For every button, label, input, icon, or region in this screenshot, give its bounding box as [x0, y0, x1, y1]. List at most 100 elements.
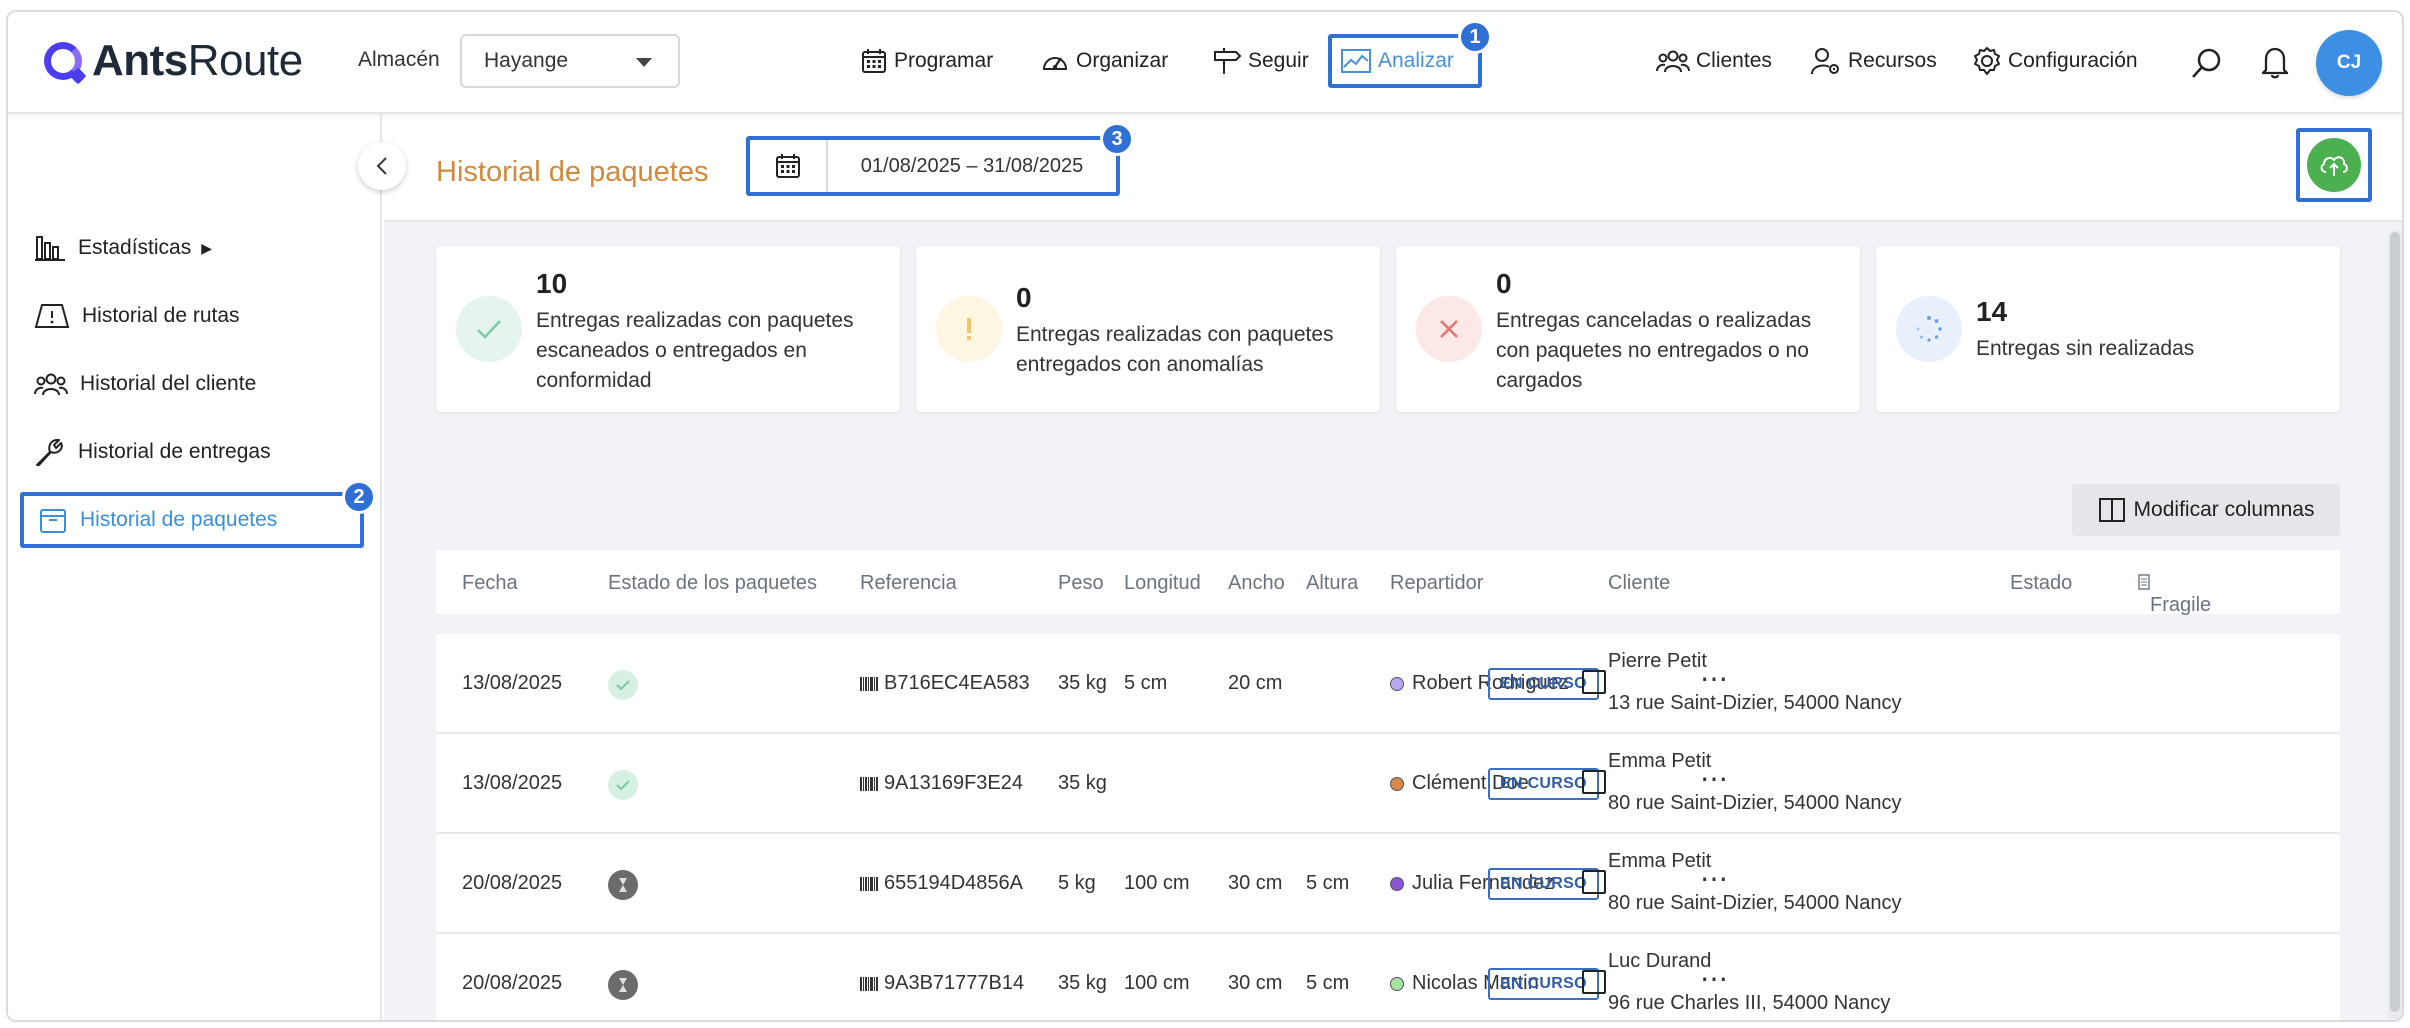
- top-navigation-bar: AntsRoute Almacén Hayange Programar Orga…: [8, 12, 2402, 114]
- nav-clientes[interactable]: Clientes: [1648, 34, 1780, 88]
- callout-badge-1: 1: [1458, 20, 1492, 54]
- columns-icon: [2098, 498, 2125, 522]
- page-header: Historial de paquetes 01/08/2025 – 31/08…: [384, 114, 2402, 222]
- package-icon: [40, 509, 66, 533]
- package-reference: 655194D4856A: [860, 872, 1023, 895]
- collapse-sidebar-button[interactable]: [358, 142, 406, 190]
- row-more-options-icon[interactable]: ⋯: [1700, 762, 1729, 795]
- nav-organizar[interactable]: Organizar: [1032, 34, 1176, 88]
- date-range-value: 01/08/2025 – 31/08/2025: [860, 154, 1084, 177]
- sidebar-item-historial-rutas[interactable]: Historial de rutas: [34, 290, 240, 342]
- cloud-upload-icon: [2320, 156, 2348, 176]
- column-header-ancho[interactable]: Ancho: [1228, 572, 1285, 595]
- nav-configuracion[interactable]: Configuración: [1964, 34, 2146, 88]
- bar-chart-icon: [35, 236, 65, 261]
- column-header-repartidor[interactable]: Repartidor: [1390, 572, 1483, 595]
- column-header-fecha[interactable]: Fecha: [462, 572, 518, 595]
- barcode-icon: [860, 676, 878, 691]
- nav-seguir[interactable]: Seguir: [1204, 34, 1317, 88]
- close-icon: [1416, 296, 1482, 362]
- table-row[interactable]: 20/08/2025 9A3B71777B14 35 kg 100 cm 30 …: [436, 934, 2340, 1020]
- column-header-estado[interactable]: Estado: [2010, 572, 2072, 595]
- package-reference: 9A3B71777B14: [860, 972, 1024, 995]
- status-ok-icon: [608, 770, 638, 800]
- signpost-icon: [1214, 48, 1242, 74]
- nav-recursos[interactable]: Recursos: [1802, 34, 1945, 88]
- modify-columns-button[interactable]: Modificar columnas: [2072, 484, 2340, 536]
- barcode-icon: [860, 876, 878, 891]
- sidebar: Estadísticas ▶ Historial de rutas Histor…: [8, 114, 382, 1020]
- calendar-icon: [862, 49, 886, 73]
- driver-color-dot: [1390, 676, 1404, 691]
- sidebar-item-estadisticas[interactable]: Estadísticas ▶: [34, 222, 212, 274]
- table-header: Fecha Estado de los paquetes Referencia …: [436, 550, 2340, 616]
- list-icon: [2138, 574, 2150, 590]
- app-window: AntsRoute Almacén Hayange Programar Orga…: [6, 10, 2404, 1022]
- check-icon: [456, 296, 522, 362]
- fragile-checkbox[interactable]: [1582, 770, 1606, 794]
- warehouse-label: Almacén: [358, 48, 440, 71]
- column-header-estado-paquetes[interactable]: Estado de los paquetes: [608, 572, 817, 595]
- fragile-checkbox[interactable]: [1582, 670, 1606, 694]
- logo-mark-icon: [44, 42, 82, 80]
- column-header-peso[interactable]: Peso: [1058, 572, 1104, 595]
- spinner-icon: [1896, 296, 1962, 362]
- export-button[interactable]: [2296, 128, 2372, 202]
- gear-icon: [1974, 47, 2000, 75]
- date-range-picker[interactable]: 01/08/2025 – 31/08/2025: [746, 136, 1120, 196]
- row-more-options-icon[interactable]: ⋯: [1700, 862, 1729, 895]
- table-row[interactable]: 20/08/2025 655194D4856A 5 kg 100 cm 30 c…: [436, 834, 2340, 934]
- sidebar-item-historial-entregas[interactable]: Historial de entregas: [34, 426, 271, 478]
- sidebar-item-historial-cliente[interactable]: Historial del cliente: [34, 358, 256, 410]
- driver-color-dot: [1390, 776, 1404, 791]
- map-route-icon: [34, 304, 70, 328]
- chart-line-icon: [1341, 49, 1371, 73]
- gauge-icon: [1042, 57, 1068, 70]
- fragile-checkbox[interactable]: [1582, 870, 1606, 894]
- chevron-down-icon: [636, 58, 652, 67]
- user-gear-icon: [1811, 48, 1839, 75]
- hourglass-icon: [608, 970, 638, 1000]
- summary-card-canceladas: 0 Entregas canceladas o realizadas con p…: [1396, 246, 1860, 412]
- summary-card-conformes: 10 Entregas realizadas con paquetes esca…: [436, 246, 900, 412]
- callout-badge-3: 3: [1100, 122, 1134, 156]
- row-more-options-icon[interactable]: ⋯: [1700, 662, 1729, 695]
- status-ok-icon: [608, 670, 638, 700]
- user-avatar[interactable]: CJ: [2316, 30, 2382, 96]
- antsroute-logo[interactable]: AntsRoute: [44, 36, 303, 85]
- chevron-left-icon: [376, 157, 387, 175]
- summary-card-sin-realizar: 14 Entregas sin realizadas: [1876, 246, 2340, 412]
- warning-icon: [936, 296, 1002, 362]
- wrench-icon: [36, 439, 63, 466]
- column-header-altura[interactable]: Altura: [1306, 572, 1358, 595]
- expand-arrow-icon: ▶: [201, 239, 212, 256]
- column-header-referencia[interactable]: Referencia: [860, 572, 957, 595]
- table-row[interactable]: 13/08/2025 9A13169F3E24 35 kg Clément Do…: [436, 734, 2340, 834]
- calendar-icon: [776, 154, 800, 178]
- sidebar-item-historial-paquetes[interactable]: Historial de paquetes: [20, 492, 364, 548]
- column-header-cliente[interactable]: Cliente: [1608, 572, 1670, 595]
- search-icon[interactable]: [2190, 46, 2224, 80]
- callout-badge-2: 2: [342, 480, 376, 514]
- driver-color-dot: [1390, 976, 1404, 991]
- barcode-icon: [860, 976, 878, 991]
- users-icon: [1656, 50, 1690, 73]
- calendar-button[interactable]: [750, 140, 828, 192]
- driver-color-dot: [1390, 876, 1404, 891]
- bell-icon[interactable]: [2260, 44, 2290, 80]
- users-icon: [34, 373, 68, 396]
- warehouse-select[interactable]: Hayange: [460, 34, 680, 88]
- barcode-icon: [860, 776, 878, 791]
- nav-programar[interactable]: Programar: [852, 34, 1001, 88]
- package-reference: 9A13169F3E24: [860, 772, 1023, 795]
- summary-card-anomalias: 0 Entregas realizadas con paquetes entre…: [916, 246, 1380, 412]
- main-content: Historial de paquetes 01/08/2025 – 31/08…: [384, 114, 2402, 1020]
- hourglass-icon: [608, 870, 638, 900]
- fragile-checkbox[interactable]: [1582, 970, 1606, 994]
- scrollbar-thumb[interactable]: [2390, 232, 2400, 1012]
- warehouse-value: Hayange: [484, 49, 569, 72]
- table-row[interactable]: 13/08/2025 B716EC4EA583 35 kg 5 cm 20 cm…: [436, 634, 2340, 734]
- column-header-fragile[interactable]: Fragile: [2138, 572, 2211, 616]
- column-header-longitud[interactable]: Longitud: [1124, 572, 1201, 595]
- row-more-options-icon[interactable]: ⋯: [1700, 962, 1729, 995]
